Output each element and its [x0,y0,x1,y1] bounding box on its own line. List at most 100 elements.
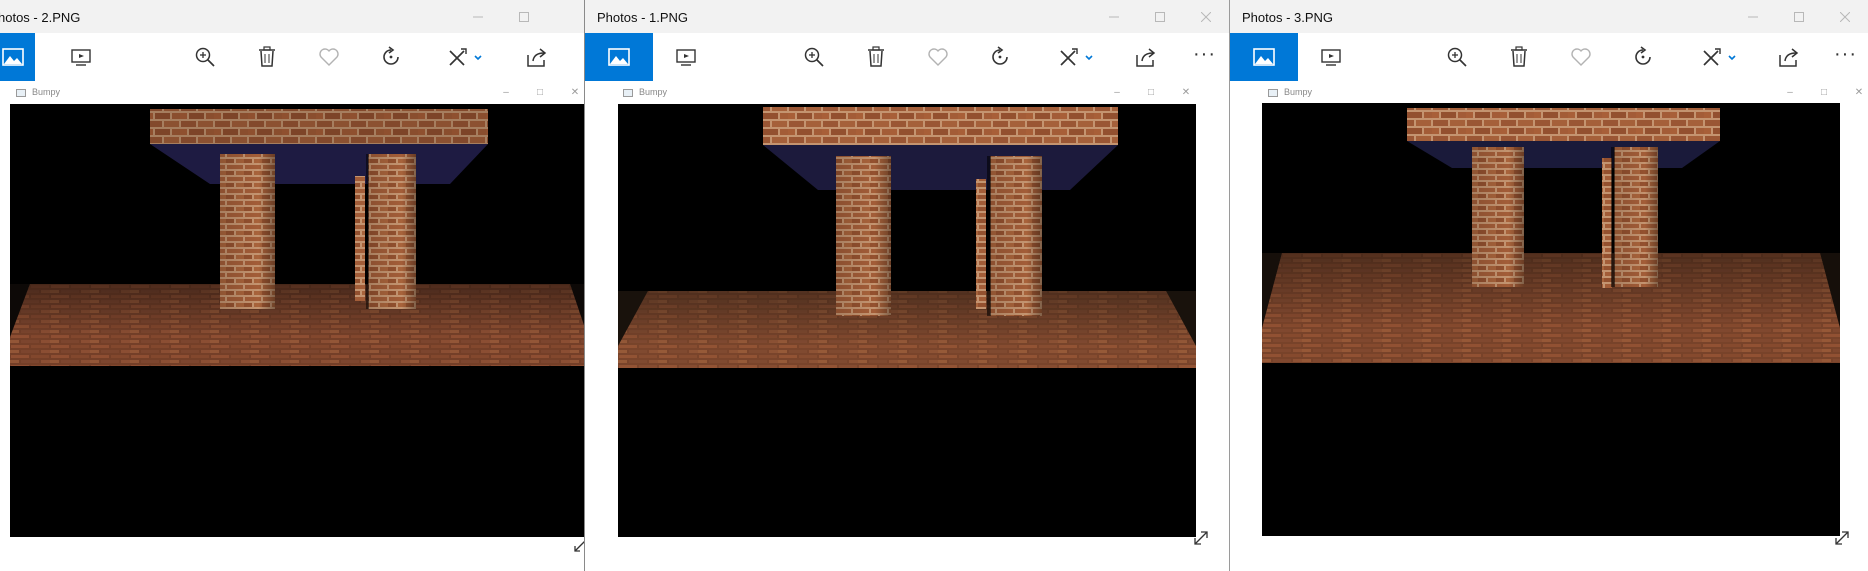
favorite-icon [1571,48,1591,66]
delete-button[interactable] [1506,45,1532,69]
brick-ceiling-beam [1407,108,1720,141]
zoom-button[interactable] [192,45,218,69]
app-icon [1268,89,1278,97]
window-title: Photos - 3.PNG [1242,10,1334,25]
app-icon [623,89,633,97]
share-icon [527,48,547,67]
zoom-in-icon [804,47,824,67]
close-button[interactable] [1822,0,1868,33]
photos-window-1: Photos - 1.PNG ··· Bumpy – □ ✕ [584,0,1230,571]
render-canvas [10,104,587,537]
rotate-icon [1635,46,1651,65]
slideshow-icon [1321,49,1341,66]
minimize-button[interactable] [1091,0,1137,33]
toolbar: ··· [585,33,1229,81]
edit-button[interactable] [1057,45,1097,69]
brick-pillar-back [355,176,365,301]
bumpy-window-title: Bumpy [1284,87,1313,97]
zoom-button[interactable] [801,45,827,69]
photos-window-3: Photos - 3.PNG ··· Bumpy – □ ✕ [1229,0,1868,571]
rotate-button[interactable] [378,45,404,69]
edit-icon [449,48,482,66]
share-icon [1136,48,1156,67]
share-button[interactable] [1776,45,1802,69]
brick-pillar-back [976,179,986,309]
close-icon [1201,11,1211,22]
window-title: Photos - 1.PNG [597,10,689,25]
close-icon [1840,11,1850,22]
slideshow-button[interactable] [673,45,699,69]
more-icon[interactable]: ··· [1834,43,1857,66]
favorite-icon [319,48,339,66]
bumpy-close-icon[interactable]: ✕ [1178,85,1194,99]
edit-button[interactable] [1700,45,1740,69]
resize-icon[interactable] [1832,528,1852,548]
bumpy-maximize-icon[interactable]: □ [1816,85,1832,99]
title-bar[interactable]: Photos - 3.PNG [1230,0,1868,33]
maximize-button[interactable] [501,0,547,33]
ceiling-underside [150,144,488,184]
bumpy-window-titlebar[interactable]: Bumpy – □ ✕ [10,83,587,103]
brick-ceiling-beam [763,107,1118,145]
rotate-button[interactable] [1630,45,1656,69]
toolbar [0,33,587,81]
bumpy-window-title: Bumpy [639,87,668,97]
share-icon [1779,48,1799,67]
resize-icon[interactable] [1191,528,1211,548]
render-canvas [1262,103,1840,536]
delete-icon [259,46,275,67]
close-button[interactable] [1183,0,1229,33]
zoom-in-icon [195,47,215,67]
view-image-button[interactable] [1230,33,1298,81]
view-image-button[interactable] [585,33,653,81]
delete-icon [868,46,884,67]
rotate-button[interactable] [987,45,1013,69]
delete-button[interactable] [254,45,280,69]
favorite-icon [928,48,948,66]
slideshow-icon [71,49,91,66]
edit-icon [1703,48,1736,66]
toolbar: ··· [1230,33,1868,81]
zoom-button[interactable] [1444,45,1470,69]
favorite-button[interactable] [925,45,951,69]
slideshow-button[interactable] [68,45,94,69]
rotate-icon [383,46,399,65]
view-image-button[interactable] [0,33,35,81]
more-icon[interactable]: ··· [1193,43,1216,66]
render-canvas [618,104,1196,537]
bumpy-close-icon[interactable]: ✕ [567,85,583,99]
brick-pillar-back [1602,158,1612,288]
ceiling-underside [1407,141,1720,168]
bumpy-minimize-icon[interactable]: – [1782,85,1798,99]
delete-icon [1511,46,1527,67]
edit-icon [1060,48,1093,66]
bumpy-maximize-icon[interactable]: □ [1143,85,1159,99]
maximize-button[interactable] [1137,0,1183,33]
share-button[interactable] [1133,45,1159,69]
minimize-button[interactable] [455,0,501,33]
edit-button[interactable] [446,45,486,69]
app-icon [16,89,26,97]
title-bar[interactable]: Photos - 1.PNG [585,0,1229,33]
bumpy-minimize-icon[interactable]: – [1109,85,1125,99]
photos-window-2: hotos - 2.PNG Bumpy – □ ✕ [0,0,588,571]
bumpy-window-titlebar[interactable]: Bumpy – □ ✕ [1262,83,1863,103]
caption-buttons [1730,0,1868,33]
title-bar[interactable]: hotos - 2.PNG [0,0,587,33]
slideshow-button[interactable] [1318,45,1344,69]
favorite-button[interactable] [1568,45,1594,69]
share-button[interactable] [524,45,550,69]
bumpy-minimize-icon[interactable]: – [498,85,514,99]
bumpy-maximize-icon[interactable]: □ [532,85,548,99]
bumpy-window-titlebar[interactable]: Bumpy – □ ✕ [617,83,1195,103]
bumpy-window-title: Bumpy [32,87,61,97]
window-title: hotos - 2.PNG [0,10,81,25]
view-image-icon [608,48,630,66]
minimize-button[interactable] [1730,0,1776,33]
maximize-button[interactable] [1776,0,1822,33]
view-image-icon [1253,48,1275,66]
bumpy-close-icon[interactable]: ✕ [1851,85,1867,99]
favorite-button[interactable] [316,45,342,69]
caption-buttons [1091,0,1229,33]
delete-button[interactable] [863,45,889,69]
